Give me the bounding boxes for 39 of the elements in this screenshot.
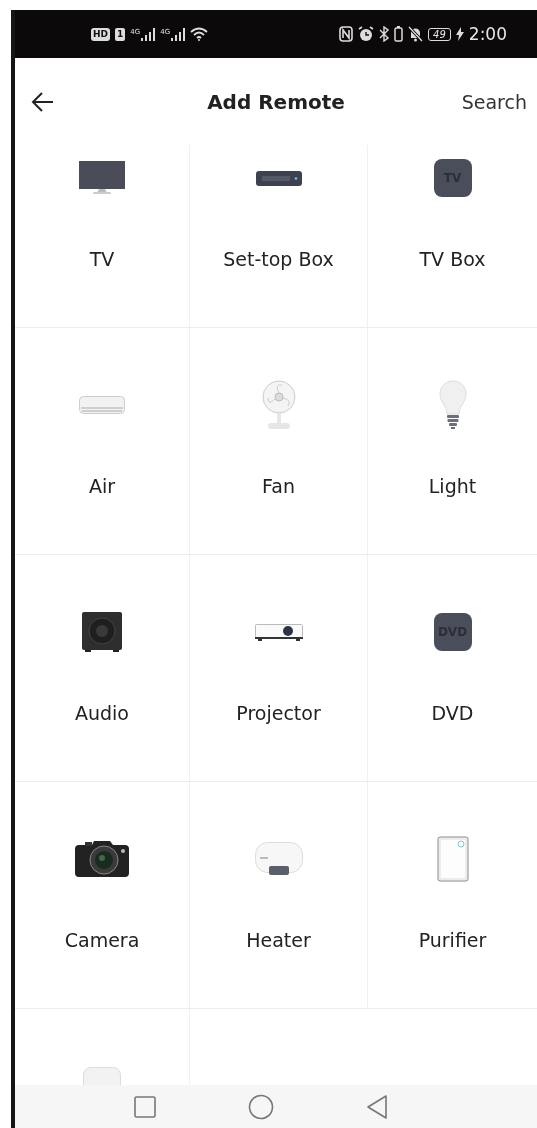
vibrate-icon xyxy=(394,26,404,42)
device-tile[interactable]: Heater xyxy=(190,782,367,1008)
fan-icon xyxy=(261,380,296,430)
wifi-icon xyxy=(190,27,209,41)
battery-level: 49 xyxy=(428,27,451,41)
device-tile[interactable]: Light xyxy=(368,328,537,554)
nfc-icon xyxy=(339,26,354,42)
tv-icon xyxy=(79,161,125,195)
muted-bell-icon xyxy=(408,26,424,42)
hd-badge: HD xyxy=(91,27,110,41)
air-purifier-icon xyxy=(436,836,469,882)
camera-icon xyxy=(74,839,130,879)
signal-icon xyxy=(141,27,156,41)
speaker-icon xyxy=(82,612,122,652)
device-tile[interactable]: TV xyxy=(15,145,189,327)
page-title: Add Remote xyxy=(207,89,345,114)
water-heater-icon xyxy=(254,842,303,876)
device-tile[interactable]: Fan xyxy=(190,328,367,554)
air-conditioner-icon xyxy=(79,396,125,414)
bluetooth-icon xyxy=(379,26,390,42)
device-tile[interactable]: Purifier xyxy=(368,782,537,1008)
recent-apps-button[interactable] xyxy=(134,1095,156,1118)
back-nav-button[interactable] xyxy=(366,1094,388,1119)
light-bulb-icon xyxy=(438,380,467,430)
projector-icon xyxy=(254,623,303,641)
home-button[interactable] xyxy=(248,1093,274,1120)
device-tile[interactable]: Audio xyxy=(15,555,189,781)
charging-icon xyxy=(455,27,464,41)
alarm-icon xyxy=(358,26,375,42)
device-tile[interactable]: Air xyxy=(15,328,189,554)
search-button[interactable]: Search xyxy=(461,90,527,113)
signal-icon xyxy=(171,27,186,41)
back-button[interactable] xyxy=(31,89,55,114)
device-tile[interactable]: Set-top Box xyxy=(190,145,367,327)
device-tile[interactable]: Camera xyxy=(15,782,189,1008)
clock-time: 2:00 xyxy=(468,24,507,44)
sim-badge: 1 xyxy=(115,27,126,41)
set-top-box-icon xyxy=(255,170,302,186)
device-tile[interactable]: Projector xyxy=(190,555,367,781)
